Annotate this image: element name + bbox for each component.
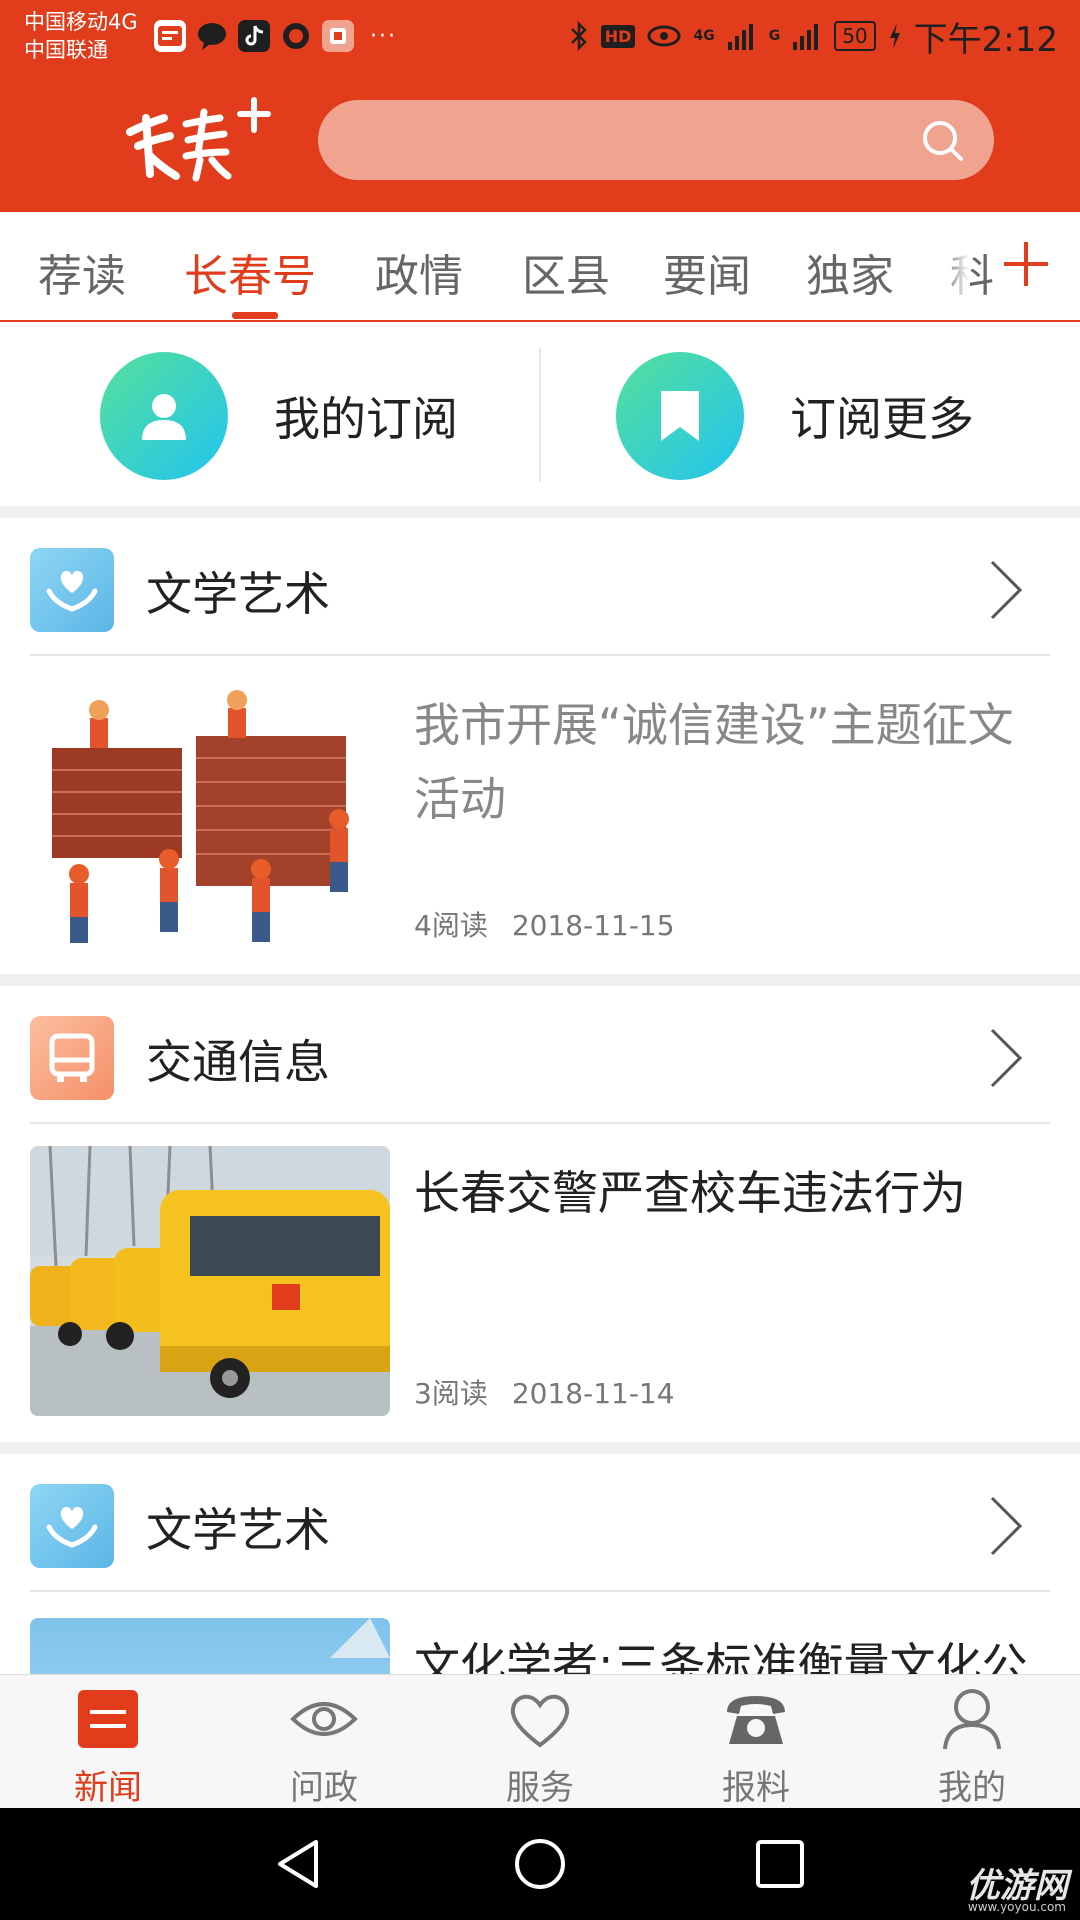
tab-politics[interactable]: 政情 — [375, 240, 463, 304]
section-divider — [30, 654, 1050, 656]
my-subscriptions-button[interactable]: 我的订阅 — [100, 352, 458, 480]
watermark-url: www.yoyou.com — [967, 1900, 1066, 1914]
my-subscriptions-label: 我的订阅 — [274, 392, 458, 446]
search-icon[interactable] — [918, 116, 966, 164]
section-gap — [0, 506, 1080, 518]
user-icon — [937, 1685, 1007, 1752]
article-reads: 4阅读 — [414, 909, 488, 942]
person-icon — [100, 352, 228, 480]
tab-overflow-fade — [940, 212, 970, 320]
carrier-info: 中国移动4G 中国联通 — [24, 8, 138, 64]
battery-indicator: 50 — [834, 21, 876, 51]
tab-changchun-account[interactable]: 长春号 — [184, 240, 316, 304]
article-meta: 4阅读 2018-11-15 — [414, 904, 675, 944]
section-title: 交通信息 — [146, 1035, 330, 1089]
shield-app-icon — [280, 20, 312, 52]
signal-icon-2 — [793, 24, 819, 50]
app-logo[interactable] — [116, 96, 296, 188]
tab-recommended[interactable]: 荐读 — [38, 240, 126, 304]
back-icon[interactable] — [272, 1836, 328, 1892]
section-header[interactable]: 交通信息 — [0, 986, 1080, 1122]
bus-icon — [30, 1016, 114, 1100]
section-gap — [0, 974, 1080, 986]
signal-icon — [727, 24, 753, 50]
telephone-icon — [721, 1685, 791, 1752]
system-indicators: HD 4G G 50 下午2:12 — [569, 14, 1058, 60]
hd-badge: HD — [600, 24, 636, 48]
more-subscriptions-button[interactable]: 订阅更多 — [616, 352, 974, 480]
chevron-right-icon[interactable] — [986, 558, 1026, 622]
tiktok-icon — [238, 20, 270, 52]
network-type-1: 4G — [693, 28, 715, 44]
chevron-right-icon[interactable] — [986, 1494, 1026, 1558]
article-title[interactable]: 文化学者:三条标准衡量文化公 — [414, 1628, 1054, 1674]
nav-services[interactable]: 服务 — [432, 1675, 648, 1809]
carrier-1: 中国移动4G — [24, 10, 138, 34]
more-notifications: ··· — [370, 23, 397, 49]
message-icon — [196, 20, 228, 52]
heart-icon — [505, 1685, 575, 1752]
article-reads: 3阅读 — [414, 1377, 488, 1410]
chevron-right-icon[interactable] — [986, 1026, 1026, 1090]
article-meta: 3阅读 2018-11-14 — [414, 1372, 675, 1412]
nav-inquiry[interactable]: 问政 — [216, 1675, 432, 1809]
tab-headlines[interactable]: 要闻 — [663, 240, 751, 304]
app-header — [0, 78, 1080, 212]
home-icon[interactable] — [512, 1836, 568, 1892]
channel-tabs: 荐读 长春号 政情 区县 要闻 独家 科 — [0, 212, 1080, 322]
carrier-2: 中国联通 — [24, 38, 108, 62]
heart-hands-icon — [30, 548, 114, 632]
nav-news[interactable]: 新闻 — [0, 1675, 216, 1809]
bookmark-icon — [616, 352, 744, 480]
tab-exclusive[interactable]: 独家 — [806, 240, 894, 304]
section-header[interactable]: 文学艺术 — [0, 518, 1080, 654]
system-navigation-bar — [0, 1808, 1080, 1920]
integrity-campaign-image[interactable] — [30, 678, 390, 948]
bluetooth-icon — [570, 20, 587, 52]
news-icon — [73, 1685, 143, 1752]
recents-icon[interactable] — [752, 1836, 808, 1892]
notification-icons: ··· — [154, 18, 397, 54]
more-subscriptions-label: 订阅更多 — [790, 392, 974, 446]
nav-label: 报料 — [722, 1768, 790, 1808]
article-date: 2018-11-15 — [511, 909, 675, 942]
nav-label: 新闻 — [74, 1768, 142, 1808]
section-title: 文学艺术 — [146, 1503, 330, 1557]
school-bus-image[interactable] — [30, 1146, 390, 1416]
article-title[interactable]: 我市开展“诚信建设”主题征文活动 — [414, 688, 1044, 836]
section-divider — [30, 1590, 1050, 1592]
nav-mine[interactable]: 我的 — [864, 1675, 1080, 1809]
charging-icon — [889, 23, 900, 49]
sky-image[interactable] — [30, 1618, 390, 1674]
section-traffic-info: 交通信息 长春交警严查校车违法行为 3阅读 2018-11-14 — [0, 986, 1080, 1442]
search-bar[interactable] — [318, 100, 994, 180]
tab-districts[interactable]: 区县 — [522, 240, 610, 304]
subscribe-divider — [539, 348, 541, 482]
store-app-icon — [322, 20, 354, 52]
heart-hands-icon — [30, 1484, 114, 1568]
article-date: 2018-11-14 — [511, 1377, 675, 1410]
eye-comfort-icon — [647, 25, 681, 47]
article-title[interactable]: 长春交警严查校车违法行为 — [414, 1156, 1044, 1230]
section-header[interactable]: 文学艺术 — [0, 1454, 1080, 1590]
network-type-2: G — [768, 28, 781, 44]
section-title: 文学艺术 — [146, 567, 330, 621]
add-channel-icon[interactable] — [996, 234, 1056, 294]
clock: 下午2:12 — [913, 19, 1058, 60]
active-tab-indicator — [232, 312, 278, 319]
subscribe-row: 我的订阅 订阅更多 — [0, 324, 1080, 506]
nav-report[interactable]: 报料 — [648, 1675, 864, 1809]
status-bar: 中国移动4G 中国联通 ··· HD 4G G 50 下午2:12 — [0, 0, 1080, 78]
toutiao-icon — [154, 20, 186, 52]
nav-label: 服务 — [506, 1768, 574, 1808]
eye-icon — [289, 1685, 359, 1752]
section-literature-art-2: 文学艺术 文化学者:三条标准衡量文化公 — [0, 1454, 1080, 1674]
bottom-navigation: 新闻 问政 服务 报料 我的 — [0, 1674, 1080, 1808]
section-literature-art: 文学艺术 我市开展“诚信建设”主题征文活动 4阅读 2018-11-15 — [0, 518, 1080, 974]
section-gap — [0, 1442, 1080, 1454]
nav-label: 我的 — [938, 1768, 1006, 1808]
nav-label: 问政 — [290, 1768, 358, 1808]
section-divider — [30, 1122, 1050, 1124]
